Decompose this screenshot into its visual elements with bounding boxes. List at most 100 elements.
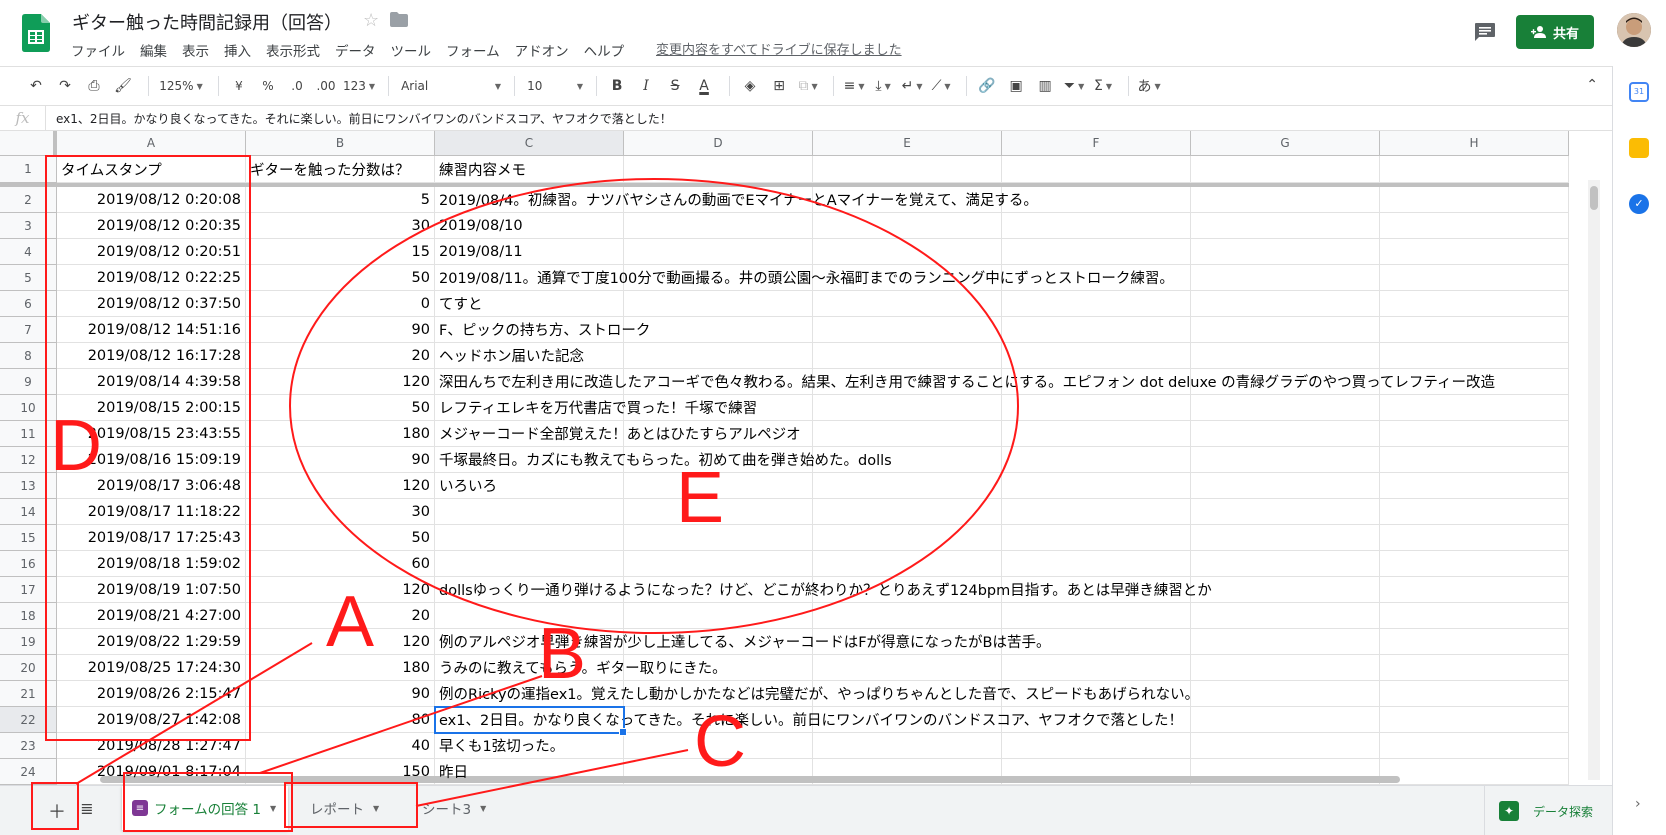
insert-chart-icon[interactable]: ▥ [1033,74,1057,98]
menu-view[interactable]: 表示 [182,40,209,60]
calendar-icon[interactable]: 31 [1629,82,1649,102]
row-header[interactable]: 11 [0,421,57,447]
cell-c3[interactable]: 2019/08/10 [435,213,624,239]
cell-b18[interactable]: 20 [246,603,435,629]
keep-icon[interactable] [1629,138,1649,158]
cell-a19[interactable]: 2019/08/22 1:29:59 [57,629,246,655]
cell-g6[interactable] [1191,291,1380,317]
cell-g8[interactable] [1191,343,1380,369]
row-header[interactable]: 7 [0,317,57,343]
row-header[interactable]: 23 [0,733,57,759]
cell-a20[interactable]: 2019/08/25 17:24:30 [57,655,246,681]
menu-file[interactable]: ファイル [71,40,125,60]
vertical-scrollbar[interactable] [1588,180,1600,780]
cell-c6[interactable]: てすと [435,291,624,317]
cell-a1[interactable]: タイムスタンプ [57,156,246,183]
cell-b6[interactable]: 0 [246,291,435,317]
cell-d13[interactable] [624,473,813,499]
cell-e6[interactable] [813,291,1002,317]
cell-g19[interactable] [1191,629,1380,655]
cell-c19[interactable]: 例のアルペジオ早弾き練習が少し上達してる、メジャーコードはFが得意になったがBは… [435,629,1050,655]
cell-e10[interactable] [813,395,1002,421]
decrease-decimal-button[interactable]: .0 [285,74,309,98]
cell-b13[interactable]: 120 [246,473,435,499]
cell-d3[interactable] [624,213,813,239]
folder-icon[interactable] [390,12,408,27]
formula-input[interactable]: ex1、2日目。かなり良くなってきた。それに楽しい。前日にワンバイワンのバンドス… [46,110,672,127]
row-header[interactable]: 5 [0,265,57,291]
insert-comment-icon[interactable]: ▣ [1004,74,1028,98]
menu-data[interactable]: データ [335,40,376,60]
row-header[interactable]: 8 [0,343,57,369]
scrollbar-thumb[interactable] [1590,186,1598,210]
row-header[interactable]: 6 [0,291,57,317]
cell-c1[interactable]: 練習内容メモ [435,156,624,183]
cell-c12[interactable]: 千塚最終日。カズにも教えてもらった。初めて曲を弾き始めた。dolls [435,447,892,473]
cell-h18[interactable] [1380,603,1569,629]
cell-e3[interactable] [813,213,1002,239]
cell-e13[interactable] [813,473,1002,499]
row-header[interactable]: 15 [0,525,57,551]
chevron-right-icon[interactable]: › [1635,796,1641,812]
cell-f12[interactable] [1002,447,1191,473]
cell-a9[interactable]: 2019/08/14 4:39:58 [57,369,246,395]
text-wrapping-icon[interactable]: ↵ ▼ [900,74,924,98]
cell-e20[interactable] [813,655,1002,681]
align-horizontal-icon[interactable]: ≡ ▼ [842,74,866,98]
cell-d14[interactable] [624,499,813,525]
cell-a3[interactable]: 2019/08/12 0:20:35 [57,213,246,239]
document-title[interactable]: ギター触った時間記録用（回答） [72,9,342,35]
save-status[interactable]: 変更内容をすべてドライブに保存しました [656,39,902,58]
cell-c2[interactable]: 2019/08/4。初練習。ナツバヤシさんの動画でEマイナーとAマイナーを覚えて… [435,187,1038,213]
font-select[interactable]: Arial ▼ [397,74,501,98]
column-header-g[interactable]: G [1191,131,1380,156]
cell-g16[interactable] [1191,551,1380,577]
chevron-down-icon[interactable]: ▼ [373,804,379,813]
cell-f15[interactable] [1002,525,1191,551]
star-icon[interactable]: ☆ [363,10,379,31]
menu-form[interactable]: フォーム [446,40,500,60]
row-header[interactable]: 22 [0,707,57,733]
cell-b4[interactable]: 15 [246,239,435,265]
cell-c23[interactable]: 早くも1弦切った。 [435,733,624,759]
cell-b22[interactable]: 80 [246,707,435,733]
cell-a8[interactable]: 2019/08/12 16:17:28 [57,343,246,369]
cell-a23[interactable]: 2019/08/28 1:27:47 [57,733,246,759]
cell-g7[interactable] [1191,317,1380,343]
cell-b14[interactable]: 30 [246,499,435,525]
cell-a12[interactable]: 2019/08/16 15:09:19 [57,447,246,473]
cell-g13[interactable] [1191,473,1380,499]
cell-f16[interactable] [1002,551,1191,577]
cell-h7[interactable] [1380,317,1569,343]
more-formats-select[interactable]: 123 ▼ [343,74,375,98]
cell-e15[interactable] [813,525,1002,551]
cell-d7[interactable] [624,317,813,343]
cell-c10[interactable]: レフティエレキを万代書店で買った！千塚で練習 [435,395,757,421]
cell-g18[interactable] [1191,603,1380,629]
italic-button[interactable]: I [634,74,658,98]
row-header[interactable]: 20 [0,655,57,681]
cell-g3[interactable] [1191,213,1380,239]
cell-b9[interactable]: 120 [246,369,435,395]
cell-g22[interactable] [1191,707,1380,733]
menu-tools[interactable]: ツール [391,40,432,60]
column-header-f[interactable]: F [1002,131,1191,156]
cell-d4[interactable] [624,239,813,265]
cell-h10[interactable] [1380,395,1569,421]
cell-b21[interactable]: 90 [246,681,435,707]
input-tools-button[interactable]: あ ▼ [1137,74,1161,98]
print-icon[interactable]: ⎙ [82,74,106,98]
cell-d23[interactable] [624,733,813,759]
zoom-select[interactable]: 125% ▼ [157,74,205,98]
cell-c8[interactable]: ヘッドホン届いた記念 [435,343,624,369]
cell-c22[interactable]: ex1、2日目。かなり良くなってきた。それに楽しい。前日にワンバイワンのバンドス… [435,707,1183,733]
sheets-logo-icon[interactable] [22,14,50,52]
cell-b20[interactable]: 180 [246,655,435,681]
row-header[interactable]: 17 [0,577,57,603]
row-header[interactable]: 3 [0,213,57,239]
cell-f18[interactable] [1002,603,1191,629]
row-header[interactable]: 19 [0,629,57,655]
cell-a6[interactable]: 2019/08/12 0:37:50 [57,291,246,317]
cell-f23[interactable] [1002,733,1191,759]
cell-c20[interactable]: うみのに教えてもらう。ギター取りにきた。 [435,655,727,681]
